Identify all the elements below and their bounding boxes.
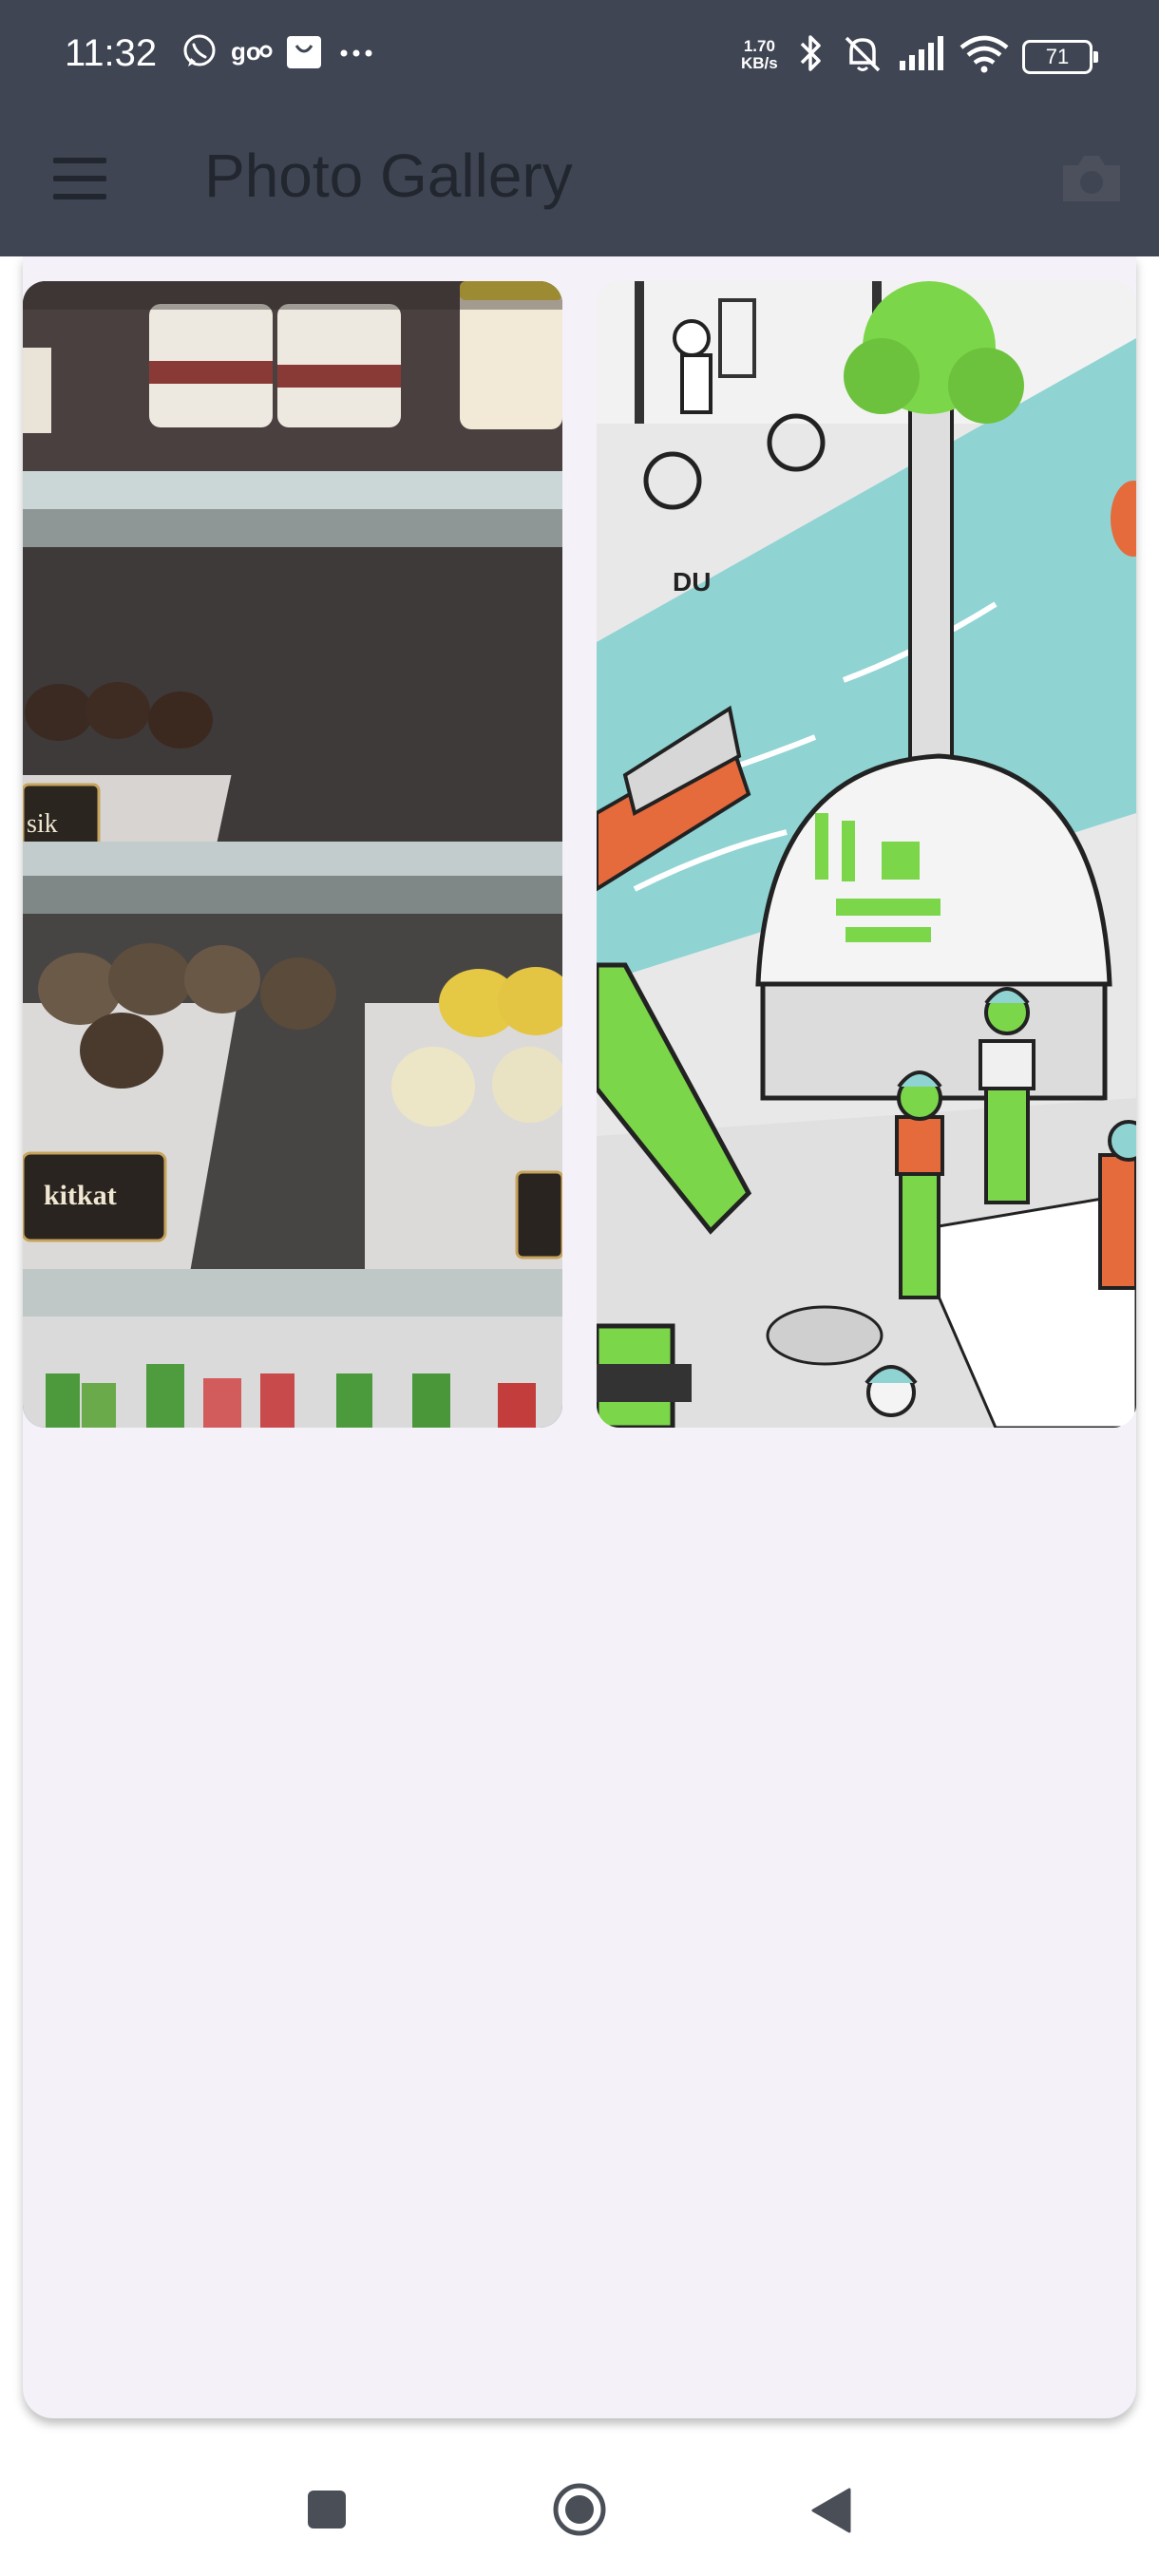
mute-bell-icon [845, 36, 881, 72]
whatsapp-icon [183, 34, 216, 66]
svg-text:go: go [231, 37, 261, 66]
bluetooth-icon [800, 35, 821, 71]
photo-card-bakery[interactable]: sik kitkat [23, 281, 562, 1428]
gojek-icon: go [231, 37, 273, 66]
more-dots-icon [340, 49, 372, 57]
photo-canal-illustration: DU [597, 281, 1136, 1428]
back-icon[interactable] [809, 2487, 853, 2534]
battery-icon: 71 [1022, 40, 1098, 74]
app-bar: 11:32 go 1.70 KB/s 71 Photo Gallery [0, 0, 1159, 256]
network-speed: 1.70 KB/s [741, 38, 778, 72]
status-time: 11:32 [65, 32, 158, 74]
recents-icon[interactable] [306, 2489, 348, 2530]
boat-label-du: DU [673, 567, 711, 597]
wifi-icon [960, 35, 1009, 73]
signal-icon [900, 36, 943, 70]
network-speed-unit: KB/s [741, 54, 778, 72]
network-speed-value: 1.70 [743, 37, 775, 55]
home-icon[interactable] [551, 2481, 608, 2538]
photo-label-kitkat: kitkat [44, 1180, 117, 1211]
photo-bakery-display: sik kitkat [23, 281, 562, 1428]
shopee-icon [287, 36, 321, 68]
system-nav-bar [0, 2439, 1159, 2576]
camera-icon[interactable] [1059, 150, 1124, 205]
page-title: Photo Gallery [204, 142, 573, 210]
photo-card-illustration[interactable]: DU [597, 281, 1136, 1428]
hamburger-menu-button[interactable] [53, 158, 106, 199]
photo-label-sik: sik [27, 809, 58, 839]
